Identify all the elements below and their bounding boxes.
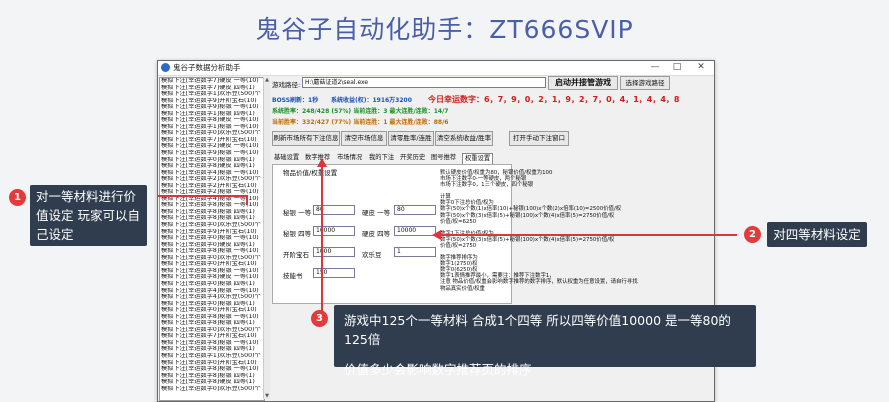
- callout-3-line-2: 价值多少会影响数字推荐页的排序: [344, 362, 532, 377]
- callout-3: 游戏中125个一等材料 合成1个四等 所以四等价值10000 是一等80的125…: [334, 305, 756, 377]
- clear-profit-button[interactable]: 清空系统收益/胜率: [435, 131, 493, 146]
- clear-market-button[interactable]: 清空市场信息: [341, 131, 387, 146]
- path-label: 游戏路径:: [272, 81, 301, 89]
- weight-description: 默认硬皮价值/权重为80，秘银价值/权重为100 市场下注数字0-一等硬皮，两个秘…: [440, 170, 710, 292]
- callout-1: 对一等材料进行价值设定 玩家可以自己设定: [30, 185, 147, 246]
- tab-market[interactable]: 市场情况: [335, 153, 364, 163]
- bet-log-list[interactable]: 模拟下注[幸运数字7]硬皮 一等(10) 模拟下注[幸运数字7]硬皮 四等(1) 模…: [159, 77, 265, 401]
- refresh-market-button[interactable]: 刷新市场所有下注信息: [272, 131, 340, 146]
- window-title: 鬼谷子数据分析助手: [173, 63, 241, 72]
- field-label-bean: 欢乐豆: [362, 251, 382, 259]
- tab-image-recommend[interactable]: 图号推荐: [429, 153, 458, 163]
- system-profit: 系统收益(权)：1916万3200: [331, 97, 412, 104]
- callout-1-badge: 1: [9, 189, 26, 206]
- start-takeover-button[interactable]: 启动并接管游戏: [548, 76, 618, 90]
- maximize-button[interactable]: □: [670, 61, 684, 74]
- close-button[interactable]: ✕: [694, 61, 708, 74]
- callout-2-badge: 2: [744, 226, 761, 243]
- select-path-button[interactable]: 选择游戏路径: [620, 76, 670, 90]
- tab-bar: 基础设置 数字推荐 市场情况 我的下注 开奖历史 图号推荐 权重设置: [272, 153, 712, 164]
- bean-input[interactable]: 1: [394, 247, 436, 257]
- mithril-1-input[interactable]: 80: [313, 205, 355, 215]
- field-label-mithril-4: 秘银 四等: [283, 230, 312, 238]
- description-line: 物品真实价值/权重: [440, 285, 485, 292]
- gem-input[interactable]: 1000: [313, 247, 355, 257]
- tab-weight-settings[interactable]: 权重设置: [462, 153, 494, 164]
- arrow-3-line: [321, 166, 323, 312]
- leather-1-input[interactable]: 80: [394, 205, 436, 215]
- field-label-gem: 开阶宝石: [283, 251, 309, 259]
- mithril-4-input[interactable]: 10000: [313, 226, 355, 236]
- path-input[interactable]: H:\蘑菇证道2\seal.exe: [302, 77, 546, 88]
- arrow-3-head: [317, 158, 327, 167]
- field-label-leather-1: 硬皮 一等: [362, 209, 391, 217]
- tab-draw-history[interactable]: 开奖历史: [398, 153, 427, 163]
- app-icon: [161, 63, 170, 72]
- field-label-skillbook: 技能书: [283, 272, 303, 280]
- arrow-1-bend: [246, 195, 248, 205]
- callout-3-badge: 3: [311, 310, 328, 327]
- open-manual-bet-button[interactable]: 打开手动下注窗口: [509, 131, 569, 146]
- panel-header: 物品价值/权重设置: [283, 169, 338, 177]
- callout-3-line-1: 游戏中125个一等材料 合成1个四等 所以四等价值10000 是一等80的125…: [344, 313, 731, 347]
- path-row: 游戏路径: H:\蘑菇证道2\seal.exe 启动并接管游戏 选择游戏路径: [272, 76, 712, 92]
- list-scrollbar[interactable]: ▲ ▼: [263, 77, 270, 399]
- clear-winrate-button[interactable]: 清零胜率/连胜: [388, 131, 434, 146]
- list-item[interactable]: 模拟下注[幸运数字0]欢乐豆(500)个: [160, 386, 264, 393]
- leather-4-input[interactable]: 10000: [394, 226, 436, 236]
- page-title: 鬼谷子自动化助手：ZT666SVIP: [255, 15, 634, 44]
- scroll-down-icon[interactable]: ▼: [264, 393, 270, 399]
- field-label-mithril-1: 秘银 一等: [283, 209, 312, 217]
- system-winrate: 系统胜率：248/428 (57%) 当前连胜：3 最大连胜/连败：14/7: [272, 108, 449, 115]
- lucky-numbers: 今日幸运数字：6，7，9，0，2，1，9，2，7，0，4，1，4，4，8: [428, 95, 680, 104]
- window-titlebar: 鬼谷子数据分析助手 — □ ✕: [158, 61, 714, 76]
- field-label-leather-4: 硬皮 四等: [362, 230, 391, 238]
- minimize-button[interactable]: —: [648, 61, 662, 74]
- current-winrate: 当前胜率：332/427 (77%) 当前连胜：1 最大连胜/连败：88/6: [272, 119, 449, 126]
- tab-my-bets[interactable]: 我的下注: [367, 153, 396, 163]
- arrow-2-line: [440, 234, 737, 236]
- arrow-1-line: [157, 195, 247, 197]
- tab-basic-settings[interactable]: 基础设置: [272, 153, 301, 163]
- boss-refresh: BOSS刷新：1秒: [272, 97, 319, 104]
- scroll-up-icon[interactable]: ▲: [264, 77, 270, 83]
- arrow-2-head: [432, 230, 441, 240]
- callout-2: 对四等材料设定: [767, 222, 867, 247]
- skillbook-input[interactable]: 150: [313, 268, 355, 278]
